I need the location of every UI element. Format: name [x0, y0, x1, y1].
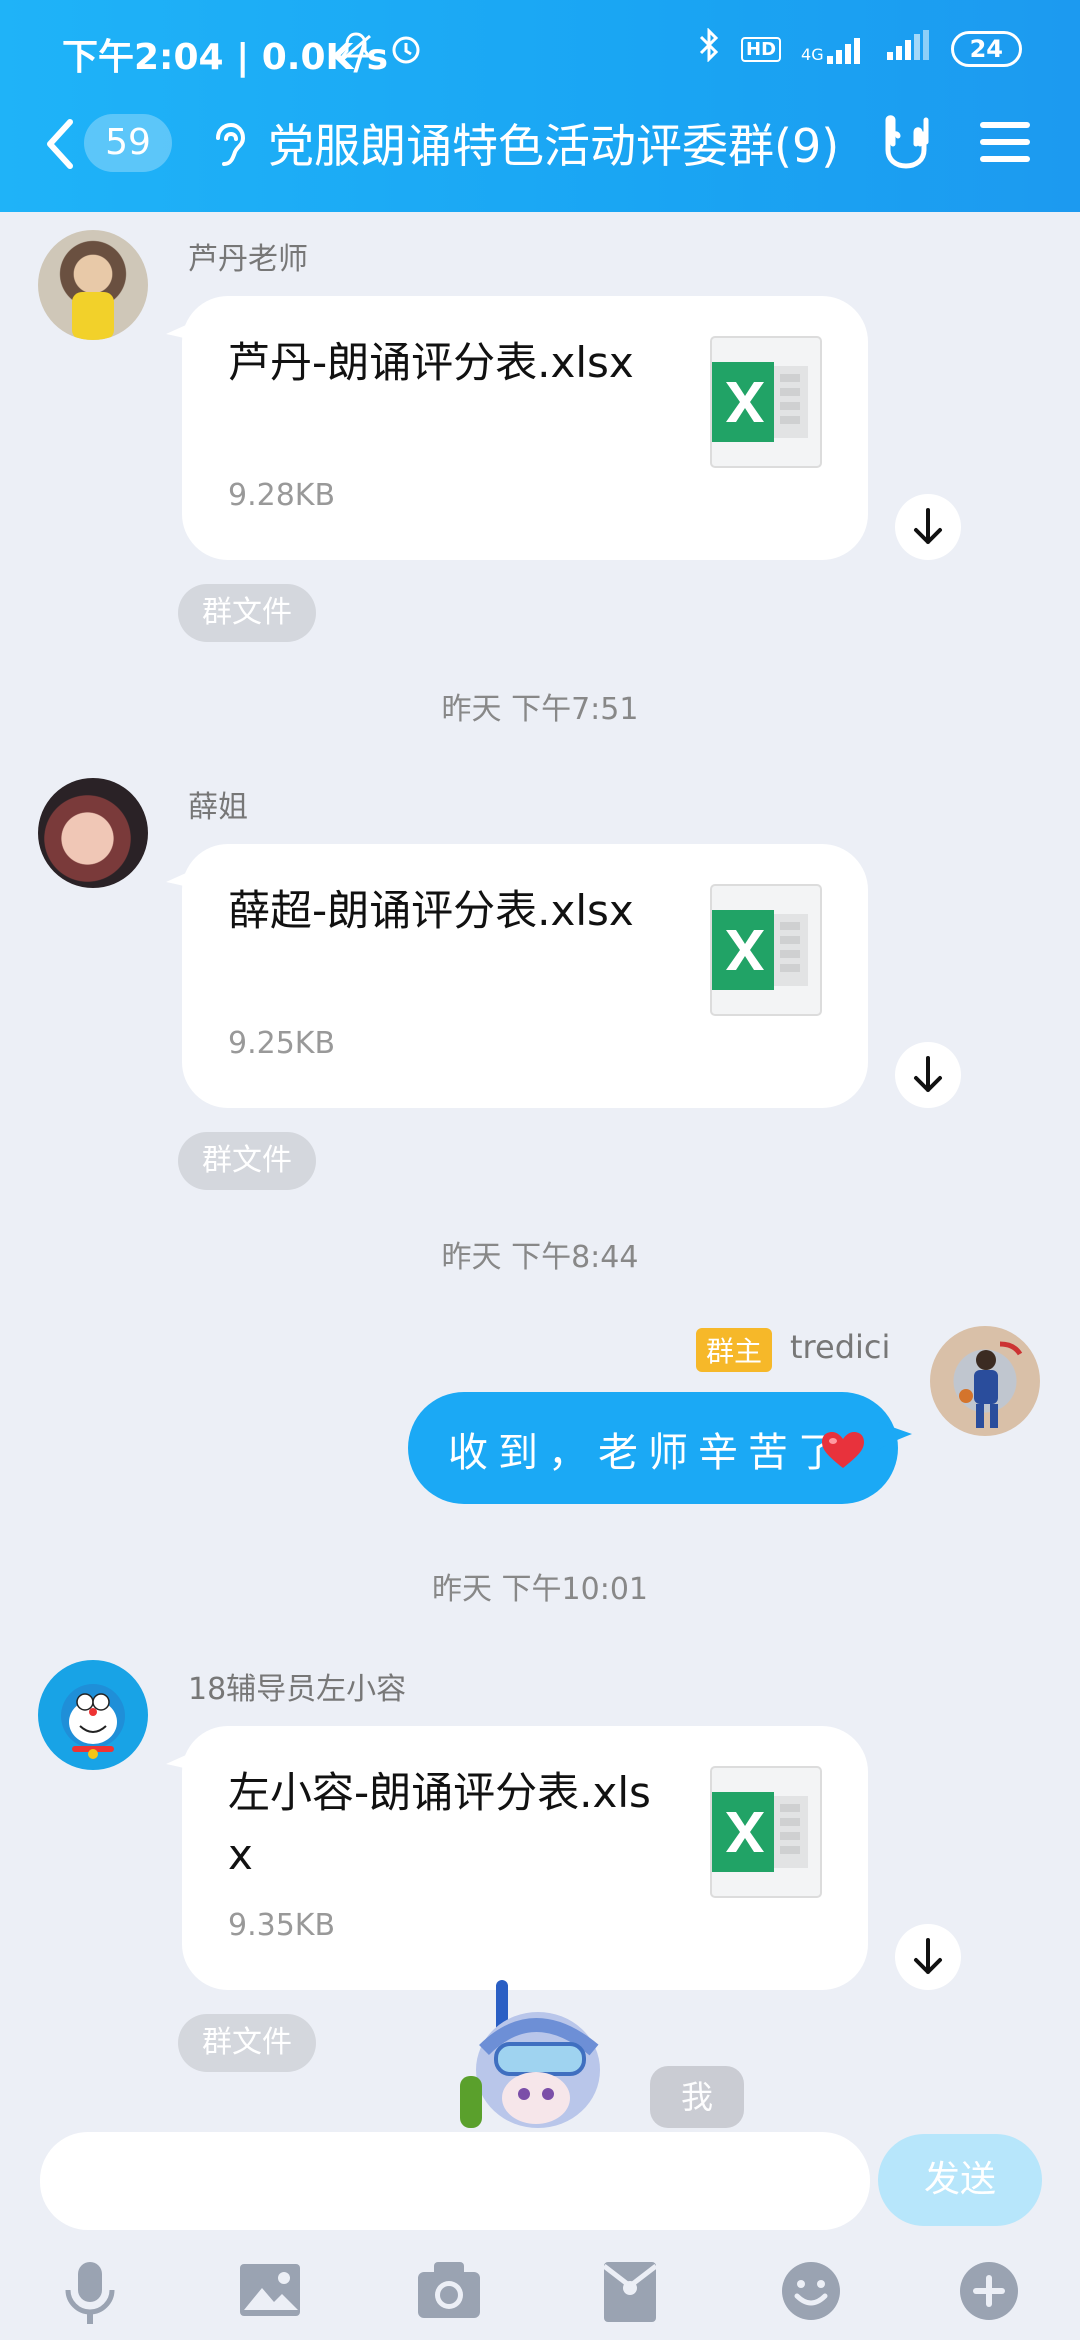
timestamp: 昨天 下午7:51: [441, 692, 639, 727]
file-name: 薛超-朗诵评分表.xlsx: [228, 886, 634, 935]
timestamp: 昨天 下午10:01: [432, 1572, 648, 1607]
bubble-tail: [166, 864, 206, 894]
red-packet-icon[interactable]: [602, 2260, 658, 2328]
signal-icon: [886, 30, 931, 68]
bubble-tail: [166, 1746, 206, 1776]
anime-pet-sticker[interactable]: [456, 1980, 606, 2136]
message-text: 收到，老师辛苦了: [448, 1430, 848, 1476]
download-button[interactable]: [895, 494, 961, 560]
group-file-tag[interactable]: 群文件: [178, 1132, 316, 1190]
excel-file-icon: [710, 884, 822, 1020]
unread-count-badge[interactable]: 59: [84, 114, 172, 172]
status-icons: HD 4G 24: [697, 27, 1022, 70]
signal-4g-icon: 4G: [801, 34, 867, 64]
hd-badge: HD: [741, 36, 782, 62]
file-name: 左小容-朗诵评分表.xlsx: [228, 1768, 651, 1879]
sticker-label: 我: [650, 2066, 744, 2128]
microphone-icon[interactable]: [62, 2260, 118, 2330]
sender-name: 18辅导员左小容: [188, 1672, 407, 1707]
timestamp: 昨天 下午8:44: [441, 1240, 639, 1275]
menu-icon[interactable]: [978, 118, 1032, 170]
camera-icon[interactable]: [416, 2260, 482, 2324]
message-input[interactable]: [40, 2132, 870, 2230]
bubble-tail: [878, 1422, 912, 1450]
back-chevron-icon[interactable]: [42, 118, 76, 174]
download-button[interactable]: [895, 1924, 961, 1990]
sender-name: tredici: [790, 1328, 891, 1366]
group-file-tag[interactable]: 群文件: [178, 2014, 316, 2072]
sender-name: 芦丹老师: [188, 242, 308, 277]
hand-gesture-icon[interactable]: [878, 112, 938, 176]
send-button[interactable]: 发送: [878, 2134, 1042, 2226]
download-button[interactable]: [895, 1042, 961, 1108]
heart-icon: [820, 1430, 866, 1480]
file-size: 9.35KB: [228, 1908, 336, 1943]
alarm-icon: [388, 30, 424, 70]
status-bar: 下午2:04 | 0.0K/s HD 4G 24: [0, 0, 1080, 100]
plus-icon[interactable]: [958, 2260, 1020, 2326]
excel-file-icon: [710, 336, 822, 472]
bubble-tail: [166, 316, 206, 346]
file-name: 芦丹-朗诵评分表.xlsx: [228, 338, 634, 387]
bluetooth-icon: [697, 27, 721, 70]
network-label: 4G: [801, 45, 824, 64]
sender-name: 薛姐: [188, 790, 248, 825]
page-title: 党服朗诵特色活动评委群(9): [268, 119, 840, 173]
app-header: 下午2:04 | 0.0K/s HD 4G 24 59 党服朗诵特色活动评委群(…: [0, 0, 1080, 212]
file-size: 9.25KB: [228, 1026, 336, 1061]
excel-file-icon: [710, 1766, 822, 1902]
file-size: 9.28KB: [228, 478, 336, 513]
group-owner-badge: 群主: [696, 1328, 773, 1372]
file-message-bubble[interactable]: 左小容-朗诵评分表.xlsx 9.35KB: [166, 1726, 868, 1990]
group-file-tag[interactable]: 群文件: [178, 584, 316, 642]
avatar[interactable]: [38, 1660, 148, 1770]
battery-indicator: 24: [950, 31, 1022, 67]
file-message-bubble[interactable]: 芦丹-朗诵评分表.xlsx 9.28KB: [166, 296, 868, 560]
file-message-bubble[interactable]: 薛超-朗诵评分表.xlsx 9.25KB: [166, 844, 868, 1108]
earpiece-icon[interactable]: [208, 120, 248, 174]
emoji-icon[interactable]: [780, 2260, 842, 2326]
image-icon[interactable]: [238, 2260, 302, 2324]
avatar[interactable]: [930, 1326, 1040, 1436]
avatar[interactable]: [38, 778, 148, 888]
text-message-bubble[interactable]: 收到，老师辛苦了: [408, 1392, 912, 1504]
bell-off-icon: [338, 30, 374, 70]
avatar[interactable]: [38, 230, 148, 340]
